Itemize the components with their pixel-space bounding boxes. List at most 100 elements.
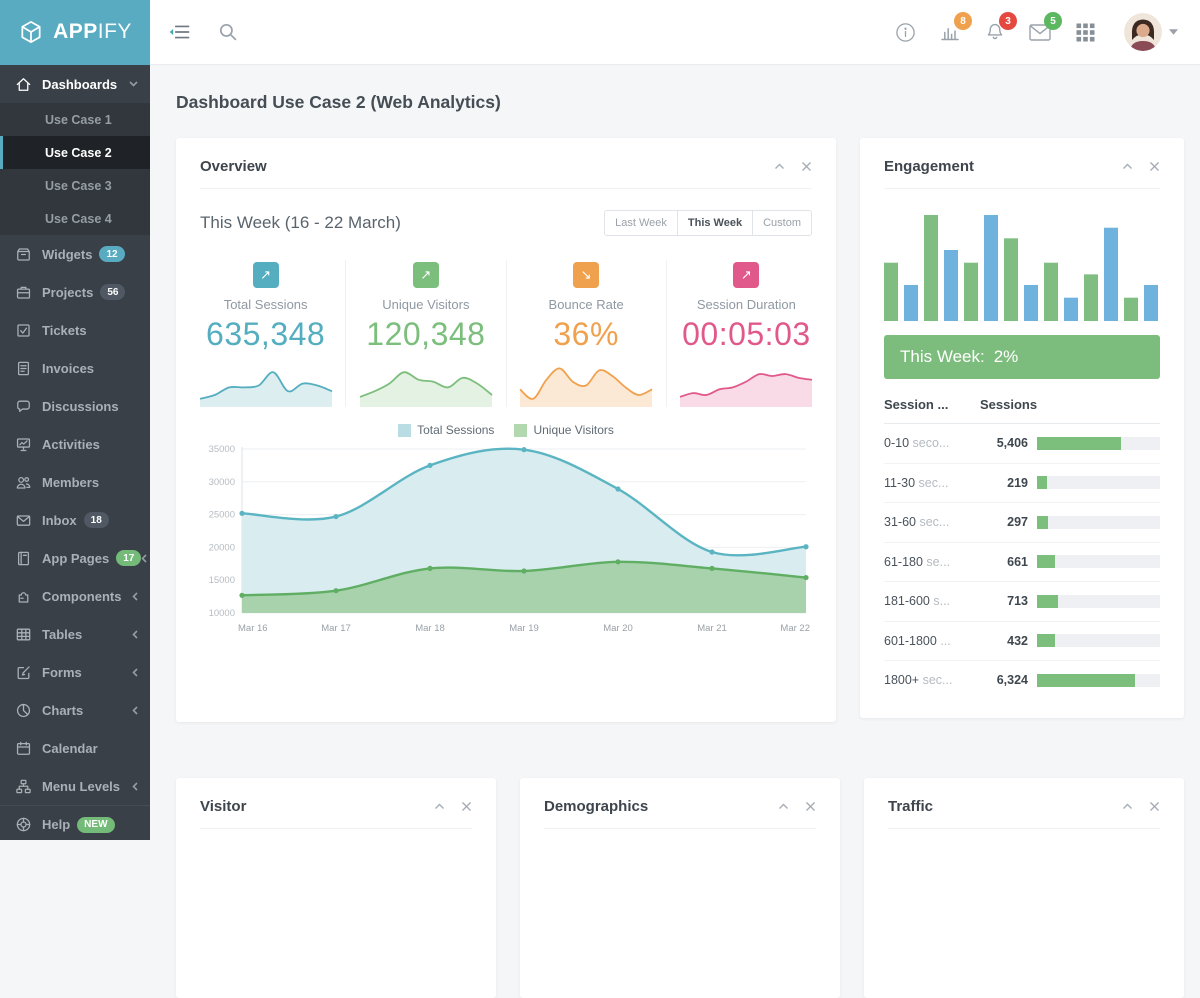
close-icon[interactable] [805,801,816,812]
sidebar-item-activities[interactable]: Activities [0,425,150,463]
search-icon[interactable] [216,20,240,44]
sidebar-item-inbox[interactable]: Inbox18 [0,501,150,539]
range-unit: s... [933,594,950,608]
svg-text:25000: 25000 [209,510,235,521]
collapse-icon[interactable] [434,803,445,810]
range-text: 181-600 [884,594,930,608]
chevron-left-icon [132,630,138,639]
sidebar-item-discussions[interactable]: Discussions [0,387,150,425]
sessions-bar-fill [1037,595,1058,608]
info-icon[interactable] [893,20,917,44]
brand-logo[interactable]: APPIFY [0,0,150,65]
svg-text:Mar 21: Mar 21 [697,623,727,634]
sidebar-item-label: Components [42,589,121,604]
users-icon [15,474,32,491]
sidebar-item-calendar[interactable]: Calendar [0,729,150,767]
stat-sparkline [513,361,660,407]
analytics-icon[interactable]: 8 [938,20,962,44]
legend-label: Total Sessions [417,423,494,437]
sidebar-item-app-pages[interactable]: App Pages17 [0,539,150,577]
table-row[interactable]: 61-180 se...661 [884,543,1160,583]
sessions-count: 6,324 [980,673,1028,687]
sessions-chart: 100001500020000250003000035000Mar 16Mar … [200,441,812,641]
mail-badge: 5 [1044,12,1062,30]
table-row[interactable]: 1800+ sec...6,324 [884,661,1160,700]
bell-icon[interactable]: 3 [983,20,1007,44]
sidebar-item-projects[interactable]: Projects56 [0,273,150,311]
engagement-bars-svg [884,209,1158,321]
sidebar-submenu: Use Case 1Use Case 2Use Case 3Use Case 4 [0,103,150,235]
legend-item: Total Sessions [398,423,494,437]
sidebar-item-label: Charts [42,703,83,718]
collapse-icon[interactable] [1122,163,1133,170]
stat-label: Unique Visitors [352,297,499,312]
sidebar-item-members[interactable]: Members [0,463,150,501]
stat-unique-visitors: ↗Unique Visitors120,348 [345,260,505,407]
custom-range-button[interactable]: Custom [752,211,811,235]
table-row[interactable]: 31-60 sec...297 [884,503,1160,543]
close-icon[interactable] [801,161,812,172]
sidebar-item-tickets[interactable]: Tickets [0,311,150,349]
stat-label: Session Duration [673,297,820,312]
file-text-icon [15,360,32,377]
svg-text:10000: 10000 [209,608,235,619]
sidebar-item-menu-levels[interactable]: Menu Levels [0,767,150,805]
svg-text:35000: 35000 [209,444,235,455]
close-icon[interactable] [461,801,472,812]
engagement-card-header: Engagement [884,138,1160,189]
chevron-down-icon [129,81,138,87]
sidebar-item-charts[interactable]: Charts [0,691,150,729]
table-row[interactable]: 601-1800 ...432 [884,622,1160,662]
legend-swatch [514,424,527,437]
sidebar-item-forms[interactable]: Forms [0,653,150,691]
stat-session-duration: ↗Session Duration00:05:03 [666,260,826,407]
book-icon [15,550,32,567]
legend-item: Unique Visitors [514,423,613,437]
sessions-bar-track [1037,516,1160,529]
collapse-icon[interactable] [778,803,789,810]
chat-icon [15,398,32,415]
mail-icon[interactable]: 5 [1028,20,1052,44]
sidebar-item-invoices[interactable]: Invoices [0,349,150,387]
svg-text:Mar 16: Mar 16 [238,623,268,634]
sidebar-nav: DashboardsUse Case 1Use Case 2Use Case 3… [0,65,150,840]
svg-text:Mar 20: Mar 20 [603,623,633,634]
sidebar-subitem-use-case-4[interactable]: Use Case 4 [0,202,150,235]
sidebar-item-label: Help [42,817,70,832]
sidebar-subitem-use-case-3[interactable]: Use Case 3 [0,169,150,202]
sidebar-item-widgets[interactable]: Widgets12 [0,235,150,273]
sidebar-item-components[interactable]: Components [0,577,150,615]
trend-up-icon: ↗ [733,262,759,288]
collapse-icon[interactable] [774,163,785,170]
sidebar-item-help[interactable]: HelpNEW [0,805,150,840]
table-row[interactable]: 181-600 s...713 [884,582,1160,622]
sidebar-item-label: Inbox [42,513,77,528]
collapse-icon[interactable] [1122,803,1133,810]
range-unit: seco... [913,436,950,450]
trend-up-icon: ↗ [413,262,439,288]
svg-text:15000: 15000 [209,575,235,586]
user-menu[interactable] [1124,13,1178,51]
sidebar-subitem-use-case-1[interactable]: Use Case 1 [0,103,150,136]
last-week-button[interactable]: Last Week [605,211,677,235]
presentation-icon [15,436,32,453]
table-row[interactable]: 11-30 sec...219 [884,464,1160,504]
svg-text:Mar 22: Mar 22 [780,623,810,634]
sidebar-badge: 12 [99,246,124,262]
close-icon[interactable] [1149,801,1160,812]
sidebar-item-tables[interactable]: Tables [0,615,150,653]
avatar [1124,13,1162,51]
range-unit: sec... [923,673,953,687]
sidebar-item-dashboards[interactable]: Dashboards [0,65,150,103]
apps-grid-icon[interactable] [1073,20,1097,44]
range-button-group: Last Week This Week Custom [604,210,812,236]
sessions-bar-track [1037,674,1160,687]
column-sessions: Sessions [980,397,1037,412]
sidebar-subitem-use-case-2[interactable]: Use Case 2 [0,136,150,169]
this-week-button[interactable]: This Week [677,211,752,235]
sessions-count: 219 [980,476,1028,490]
sidebar-toggle-icon[interactable] [168,20,192,44]
calendar-icon [15,740,32,757]
close-icon[interactable] [1149,161,1160,172]
table-row[interactable]: 0-10 seco...5,406 [884,424,1160,464]
